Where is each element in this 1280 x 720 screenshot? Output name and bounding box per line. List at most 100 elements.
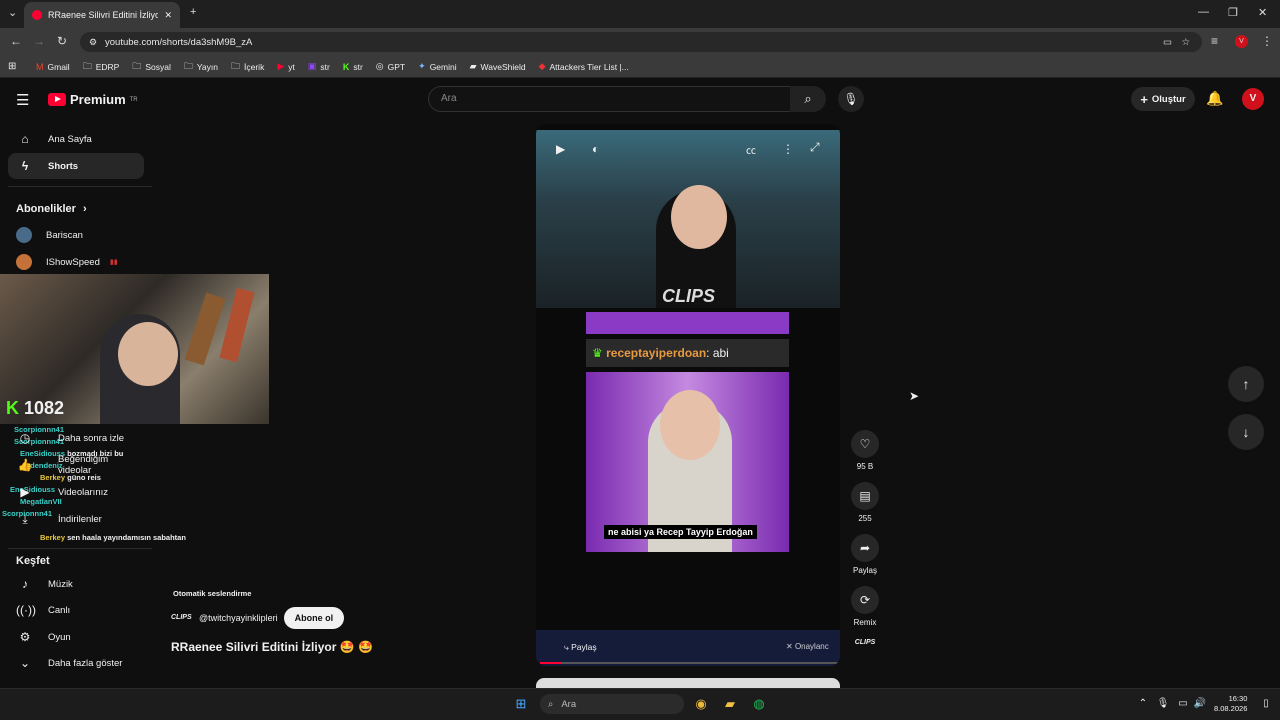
sidebar-item-watch-later[interactable]: ◷ Daha sonra izle: [8, 425, 144, 451]
sidebar-item-live[interactable]: ((·)) Canlı: [8, 597, 144, 623]
profile-icon[interactable]: V: [1235, 35, 1248, 48]
tray-mic-icon[interactable]: 🎙: [1153, 694, 1173, 714]
channel-avatar[interactable]: CLIPS: [850, 639, 880, 646]
folder-icon: 🗀: [132, 60, 142, 71]
create-button[interactable]: + Oluştur: [1131, 87, 1195, 111]
close-window-icon[interactable]: ✕: [1258, 6, 1267, 19]
search-input[interactable]: Ara: [428, 86, 792, 112]
bookmark-yayin[interactable]: 🗀 Yayın: [184, 59, 218, 75]
subscription-bariscan[interactable]: Bariscan: [8, 222, 144, 248]
bookmark-icerik[interactable]: 🗀 İçerik: [231, 59, 264, 75]
comments-button[interactable]: ▤ 255: [850, 482, 880, 523]
tray-chevron-icon[interactable]: ⌃: [1133, 694, 1153, 714]
subscriptions-heading[interactable]: Abonelikler ›: [16, 203, 87, 215]
subscribe-button[interactable]: Abone ol: [283, 607, 345, 629]
back-icon[interactable]: ←: [10, 34, 22, 48]
viewer-counter: K 1082: [6, 398, 65, 418]
channel-name[interactable]: @twitchyayinklipleri: [199, 613, 278, 623]
like-button[interactable]: ♡ 95 B: [850, 430, 880, 471]
bookmark-edrp[interactable]: 🗀 EDRP: [83, 59, 120, 75]
progress-track[interactable]: [540, 662, 840, 664]
approved-label: ✕ Onaylanc: [786, 642, 829, 651]
youtube-favicon-icon: [32, 10, 42, 20]
youtube-premium-logo[interactable]: Premium TR: [48, 92, 138, 107]
captions-icon[interactable]: ㏄: [746, 142, 756, 157]
bookmark-sosyal[interactable]: 🗀 Sosyal: [132, 59, 171, 75]
notification-center-icon[interactable]: ▯: [1256, 694, 1276, 714]
chrome-icon[interactable]: ◉: [691, 694, 711, 714]
account-avatar[interactable]: V: [1242, 88, 1264, 110]
cast-icon[interactable]: ▭: [1163, 37, 1172, 48]
sidebar-item-shorts[interactable]: ϟ Shorts: [8, 153, 144, 179]
spotify-icon[interactable]: ◍: [749, 694, 769, 714]
minimize-icon[interactable]: —: [1198, 6, 1209, 18]
shorts-icon: ϟ: [21, 159, 29, 173]
reading-list-icon[interactable]: ≡: [1211, 34, 1218, 48]
bookmark-attackers[interactable]: ◆ Attackers Tier List |...: [539, 61, 629, 72]
channel-logo-icon[interactable]: CLIPS: [171, 610, 193, 626]
fullscreen-icon[interactable]: ⤢: [810, 140, 820, 155]
remix-button[interactable]: ⟳ Remix: [850, 586, 880, 627]
file-explorer-icon[interactable]: ▰: [720, 694, 740, 714]
address-bar[interactable]: ⚙ youtube.com/shorts/da3shM9B_zA ▭ ☆: [80, 32, 1202, 52]
plus-icon: +: [1140, 91, 1148, 107]
next-short-button[interactable]: ↓: [1228, 414, 1264, 450]
sidebar-item-show-more[interactable]: ⌄ Daha fazla göster: [8, 650, 144, 676]
bookmark-yt[interactable]: ▶ yt: [277, 61, 295, 72]
bookmark-gemini[interactable]: ✦ Gemini: [418, 61, 456, 72]
hamburger-menu-icon[interactable]: ☰: [16, 91, 29, 109]
taskbar-search[interactable]: ⌕ Ara: [540, 694, 684, 714]
taskbar-clock[interactable]: 16:30 8.08.2026: [1214, 694, 1247, 714]
previous-short-button[interactable]: ↑: [1228, 366, 1264, 402]
bookmark-star-icon[interactable]: ☆: [1181, 37, 1190, 48]
sidebar-item-liked-videos[interactable]: 👍 Beğendiğim videolar: [8, 452, 144, 478]
notifications-bell-icon[interactable]: 🔔: [1206, 90, 1223, 107]
volume-icon[interactable]: ◐: [592, 142, 599, 156]
site-info-icon[interactable]: ⚙: [89, 37, 97, 48]
windows-start-icon[interactable]: ⊞: [511, 694, 531, 714]
new-tab-button[interactable]: +: [190, 6, 196, 18]
search-button[interactable]: ⌕: [790, 86, 826, 112]
tab-search-icon[interactable]: ⌄: [8, 6, 17, 19]
maximize-icon[interactable]: ❐: [1228, 6, 1238, 19]
streamer-camera-top: CLIPS: [536, 130, 840, 308]
bookmark-kick[interactable]: Kstr: [343, 62, 363, 72]
forward-icon[interactable]: →: [33, 34, 45, 48]
arrow-up-icon: ↑: [1242, 376, 1250, 392]
remix-icon: ⟳: [851, 586, 879, 614]
video-icon: ▶: [20, 485, 30, 499]
browser-tab[interactable]: RRaenee Silivri Editini İzliyor 🤩 ✕: [24, 2, 180, 28]
share-button[interactable]: ➦ Paylaş: [850, 534, 880, 575]
youtube-logo-icon: [48, 93, 66, 106]
person-face: [660, 390, 720, 460]
bookmark-waveshield[interactable]: ▰ WaveShield: [470, 61, 526, 72]
chevron-right-icon: ›: [82, 203, 87, 215]
more-options-icon[interactable]: ⋮: [782, 142, 794, 156]
apps-grid-icon[interactable]: ⊞: [8, 61, 16, 72]
close-tab-icon[interactable]: ✕: [164, 10, 172, 21]
sidebar-item-home[interactable]: ⌂ Ana Sayfa: [8, 126, 144, 152]
progress-fill: [540, 662, 561, 664]
sidebar-item-music[interactable]: ♪ Müzik: [8, 571, 144, 597]
sidebar-item-downloads[interactable]: ⤓ İndirilenler: [8, 506, 144, 532]
bookmark-gpt[interactable]: ◎ GPT: [376, 61, 405, 72]
gmail-icon: M: [36, 61, 44, 72]
bookmark-twitch[interactable]: ▣ str: [308, 61, 330, 72]
share-link[interactable]: ⤷ Paylaş: [564, 642, 597, 653]
menu-dots-icon[interactable]: ⋮: [1261, 34, 1273, 48]
next-short-preview[interactable]: [536, 678, 840, 688]
explore-heading: Keşfet: [16, 555, 50, 567]
mouse-cursor-icon: ➤: [909, 389, 920, 403]
reload-icon[interactable]: ↻: [57, 34, 67, 48]
divider: [8, 186, 152, 187]
bookmark-gmail[interactable]: M Gmail: [36, 62, 70, 72]
shorts-video-player[interactable]: CLIPS ▶ ◐ ㏄ ⋮ ⤢ ♛ receptayiperdoan: abi …: [536, 124, 840, 666]
play-icon[interactable]: ▶: [556, 142, 565, 156]
voice-search-button[interactable]: 🎙: [838, 86, 864, 112]
sidebar-item-gaming[interactable]: ⚙ Oyun: [8, 624, 144, 650]
subscription-ishowspeed[interactable]: IShowSpeed ▮▮: [8, 249, 144, 275]
streamer-face: [671, 185, 727, 249]
sidebar-item-your-videos[interactable]: ▶ Videolarınız: [8, 479, 144, 505]
volume-icon[interactable]: 🔊: [1190, 694, 1210, 714]
video-title: RRaenee Silivri Editini İzliyor 🤩 🤩: [171, 640, 373, 654]
